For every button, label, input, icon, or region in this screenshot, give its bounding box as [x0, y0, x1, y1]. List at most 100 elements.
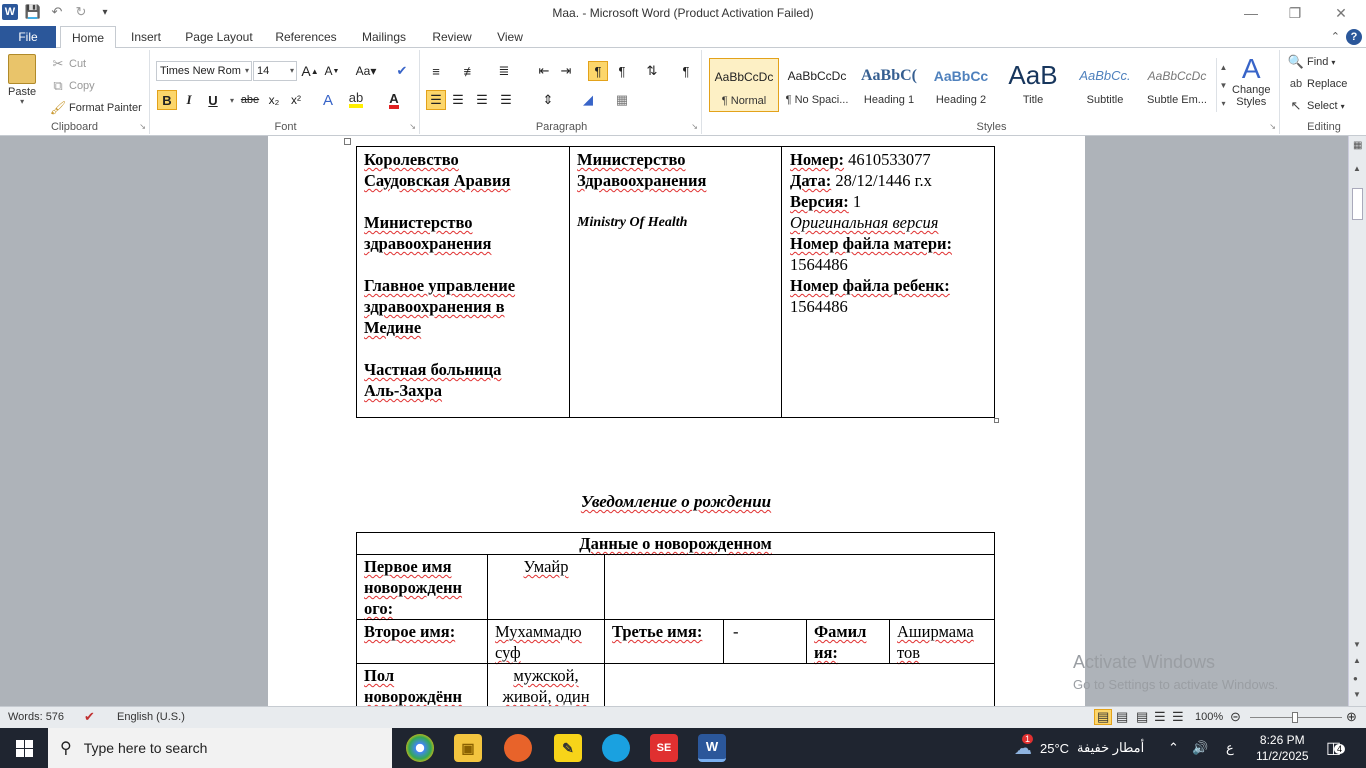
italic-button[interactable]: I	[179, 90, 199, 110]
sex-label-cell[interactable]: Пол новорождённ	[356, 663, 488, 706]
left-to-right-icon[interactable]: ¶	[588, 61, 608, 81]
language-indicator[interactable]: English (U.S.)	[117, 711, 185, 723]
word-count[interactable]: Words: 576	[8, 711, 64, 723]
grow-font-icon[interactable]: A ▲	[300, 61, 320, 81]
surname-value-cell[interactable]: Аширмама тов	[889, 619, 995, 664]
underline-button[interactable]: U	[203, 90, 223, 110]
style-subtle-emphasis[interactable]: AaBbCcDc Subtle Em...	[1142, 58, 1212, 112]
first-name-label-cell[interactable]: Первое имя новорожденн ого:	[356, 554, 488, 620]
style-title[interactable]: AaB Title	[998, 58, 1068, 112]
align-left-icon[interactable]: ☰	[426, 90, 446, 110]
start-button[interactable]	[0, 728, 48, 768]
zoom-out-icon[interactable]: ⊝	[1230, 709, 1241, 725]
close-icon[interactable]: ✕	[1318, 0, 1364, 26]
third-name-value-cell[interactable]: -	[723, 619, 807, 664]
document-page[interactable]: Королевство Саудовская Аравия Министерст…	[268, 136, 1085, 706]
volume-icon[interactable]: 🔊	[1192, 728, 1208, 768]
right-to-left-icon[interactable]: ¶	[612, 61, 632, 81]
numbering-icon[interactable]: ≢	[460, 61, 480, 81]
font-size-dropdown[interactable]: 14 ▾	[253, 61, 297, 81]
tab-view[interactable]: View	[490, 26, 530, 48]
sort-icon[interactable]: ⇅	[642, 61, 662, 81]
next-page-icon[interactable]: ▼	[1353, 690, 1361, 699]
restore-icon[interactable]: ❐	[1272, 0, 1318, 26]
first-name-empty-cell[interactable]	[604, 554, 995, 620]
chevron-down-icon[interactable]: ▼	[1220, 81, 1228, 90]
font-color-icon[interactable]: A	[384, 90, 404, 110]
borders-icon[interactable]: ▦	[612, 90, 632, 110]
word-taskbar-icon[interactable]: W	[698, 734, 726, 762]
tab-review[interactable]: Review	[426, 26, 478, 48]
scroll-down-icon[interactable]: ▼	[1353, 640, 1361, 649]
clear-formatting-icon[interactable]: ✔	[392, 61, 412, 81]
previous-page-icon[interactable]: ▲	[1353, 656, 1361, 665]
clock[interactable]: 8:26 PM 11/2/2025	[1256, 728, 1309, 768]
more-styles-icon[interactable]: ▾	[1221, 99, 1225, 108]
print-layout-icon[interactable]: ▤	[1094, 709, 1113, 725]
cut-button[interactable]: ✂ Cut	[50, 56, 87, 72]
chrome-icon[interactable]	[406, 734, 434, 762]
show-hidden-icons-icon[interactable]: ⌃	[1168, 728, 1179, 768]
outline-icon[interactable]: ☰	[1154, 709, 1166, 725]
bold-button[interactable]: B	[157, 90, 177, 110]
paste-button[interactable]: Paste ▾	[8, 54, 36, 106]
replace-button[interactable]: ab Replace	[1288, 76, 1347, 92]
file-explorer-icon[interactable]: ▣	[454, 734, 482, 762]
style-heading-2[interactable]: AaBbCc Heading 2	[926, 58, 996, 112]
second-name-value-cell[interactable]: Мухаммадю суф	[487, 619, 605, 664]
shading-icon[interactable]: ◢	[578, 90, 598, 110]
tab-home[interactable]: Home	[60, 26, 116, 49]
zoom-slider-thumb[interactable]	[1292, 712, 1298, 723]
sticky-notes-icon[interactable]: ✎	[554, 734, 582, 762]
table-resize-handle[interactable]	[994, 418, 999, 423]
web-layout-icon[interactable]: ▤	[1136, 709, 1148, 725]
multilevel-list-icon[interactable]: ≣	[494, 61, 514, 81]
dialog-launcher-icon[interactable]: ↘	[691, 122, 698, 131]
copy-button[interactable]: ⧉ Copy	[50, 78, 94, 94]
select-button[interactable]: ↖ Select ▾	[1288, 98, 1345, 114]
taskbar-search[interactable]: ⚲ Type here to search	[48, 728, 392, 768]
browse-object-icon[interactable]: ●	[1353, 674, 1358, 683]
ruler-toggle-icon[interactable]: ▦	[1353, 140, 1362, 151]
third-name-label-cell[interactable]: Третье имя:	[604, 619, 724, 664]
change-case-icon[interactable]: Aa▾	[352, 61, 380, 81]
find-button[interactable]: 🔍 Find ▾	[1288, 54, 1336, 70]
edge-icon[interactable]	[602, 734, 630, 762]
font-name-dropdown[interactable]: Times New Rom ▾	[156, 61, 252, 81]
vertical-scrollbar[interactable]: ▦ ▲ ▼ ▲ ● ▼	[1348, 136, 1366, 706]
style-heading-1[interactable]: AaBbC( Heading 1	[854, 58, 924, 112]
chevron-up-icon[interactable]: ▲	[1220, 63, 1228, 72]
subscript-button[interactable]: x₂	[264, 90, 284, 110]
second-name-label-cell[interactable]: Второе имя:	[356, 619, 488, 664]
superscript-button[interactable]: x²	[286, 90, 306, 110]
format-painter-button[interactable]: 🖌 Format Painter	[50, 100, 142, 116]
line-spacing-icon[interactable]: ⇕	[538, 90, 558, 110]
highlight-icon[interactable]: ab	[346, 90, 366, 110]
help-icon[interactable]: ?	[1346, 29, 1362, 45]
style-no-spacing[interactable]: AaBbCcDc ¶ No Spaci...	[782, 58, 852, 112]
show-formatting-icon[interactable]: ¶	[676, 61, 696, 81]
increase-indent-icon[interactable]: ⇥	[556, 61, 576, 81]
tab-page-layout[interactable]: Page Layout	[180, 26, 258, 48]
input-language[interactable]: ع	[1226, 728, 1234, 768]
align-right-icon[interactable]: ☰	[472, 90, 492, 110]
bullets-icon[interactable]: ≡	[426, 61, 446, 81]
decrease-indent-icon[interactable]: ⇤	[534, 61, 554, 81]
weather-widget[interactable]: ☁ 1 25°C أمطار خفيفة	[1014, 728, 1144, 768]
dialog-launcher-icon[interactable]: ↘	[1269, 122, 1276, 131]
style-gallery-scroll[interactable]: ▲ ▼ ▾	[1216, 58, 1230, 112]
surname-label-cell[interactable]: Фамил ия:	[806, 619, 890, 664]
tab-mailings[interactable]: Mailings	[354, 26, 414, 48]
change-styles-button[interactable]: A Change Styles	[1232, 54, 1271, 109]
full-screen-reading-icon[interactable]: ▤	[1116, 709, 1128, 725]
dialog-launcher-icon[interactable]: ↘	[409, 122, 416, 131]
text-effects-icon[interactable]: A	[318, 90, 338, 110]
shrink-font-icon[interactable]: A ▼	[322, 61, 342, 81]
proofing-icon[interactable]: ✔	[84, 709, 95, 725]
justify-icon[interactable]: ☰	[496, 90, 516, 110]
header-cell-details[interactable]: Номер: 4610533077 Дата: 28/12/1446 г.х В…	[781, 146, 995, 418]
notifications-button[interactable]: ◫4	[1326, 728, 1346, 768]
minimize-ribbon-icon[interactable]: ⌃	[1331, 30, 1340, 43]
first-name-value-cell[interactable]: Умайр	[487, 554, 605, 620]
zoom-level[interactable]: 100%	[1195, 711, 1223, 723]
